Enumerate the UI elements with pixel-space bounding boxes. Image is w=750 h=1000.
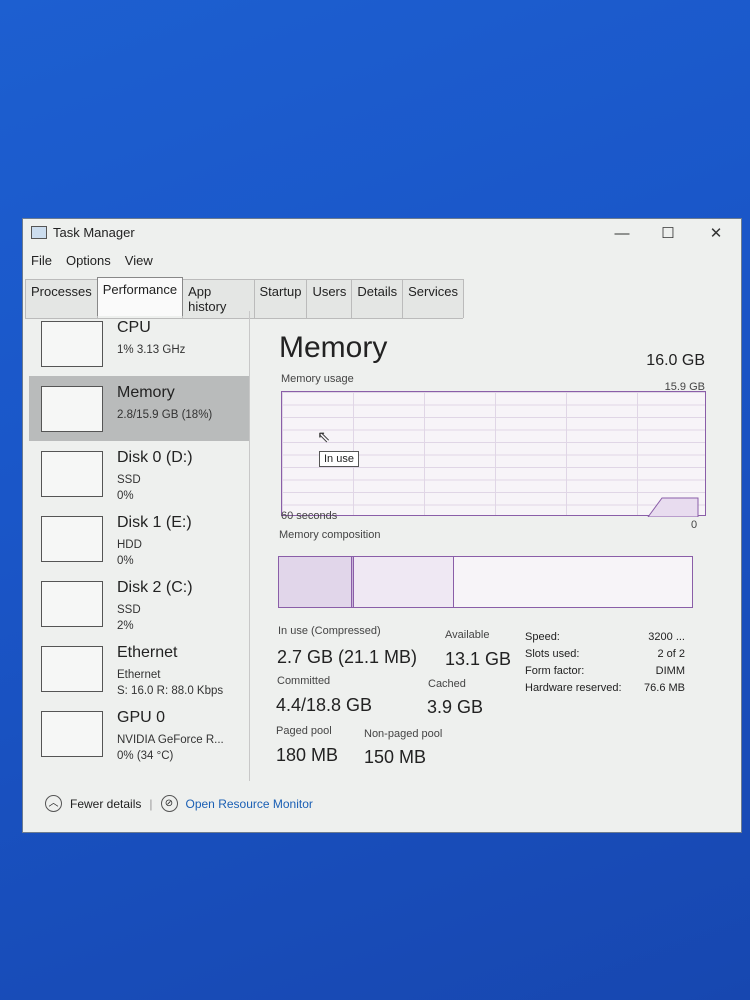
sidebar-item-name: Disk 2 (C:) (117, 579, 193, 596)
sidebar: CPU 1% 3.13 GHz Memory 2.8/15.9 GB (18%)… (29, 311, 249, 766)
sidebar-item-name: Disk 0 (D:) (117, 449, 193, 466)
menu-bar: File Options View (31, 253, 153, 268)
sidebar-item-name: Ethernet (117, 644, 178, 661)
mini-graph (41, 451, 103, 497)
sidebar-item-detail-2: 0% (117, 555, 134, 567)
tab-services[interactable]: Services (402, 279, 464, 318)
spec-label: Hardware reserved: (525, 682, 622, 694)
in-use-label: In use (Compressed) (278, 625, 381, 637)
title-bar: Task Manager (31, 225, 135, 240)
usage-label: Memory usage (281, 373, 354, 385)
menu-options[interactable]: Options (66, 253, 111, 268)
tab-startup[interactable]: Startup (253, 279, 308, 318)
sidebar-item-name: GPU 0 (117, 709, 166, 726)
close-button[interactable]: ✕ (693, 219, 739, 249)
task-manager-icon (31, 226, 47, 239)
sidebar-item-ethernet[interactable]: Ethernet Ethernet S: 16.0 R: 88.0 Kbps (29, 636, 249, 701)
segment-standby[interactable] (354, 557, 454, 607)
menu-view[interactable]: View (125, 253, 153, 268)
task-manager-window: Task Manager — ☐ ✕ File Options View Pro… (22, 218, 742, 833)
fewer-details-button[interactable]: Fewer details (70, 797, 141, 811)
sidebar-item-detail-2: 0% (34 °C) (117, 750, 174, 762)
sidebar-item-detail: SSD (117, 474, 141, 486)
time-label: 60 seconds (281, 510, 338, 522)
segment-free[interactable] (454, 557, 692, 607)
sidebar-item-memory[interactable]: Memory 2.8/15.9 GB (18%) (29, 376, 249, 441)
spec-label: Speed: (525, 631, 560, 643)
memory-composition-bar (278, 556, 693, 608)
committed-value: 4.4/18.8 GB (276, 695, 373, 715)
sidebar-item-name: Disk 1 (E:) (117, 514, 192, 531)
mini-graph (41, 646, 103, 692)
mini-graph (41, 386, 103, 432)
zero-label: 0 (691, 519, 698, 531)
sidebar-item-disk-0-d[interactable]: Disk 0 (D:) SSD 0% (29, 441, 249, 506)
tab-details[interactable]: Details (351, 279, 404, 318)
footer: ︿ Fewer details | ⊘ Open Resource Monito… (45, 795, 313, 812)
available-value: 13.1 GB (445, 649, 512, 669)
sidebar-divider[interactable] (249, 311, 250, 781)
mini-graph (41, 711, 103, 757)
available-label: Available (445, 629, 490, 641)
sidebar-item-gpu-0[interactable]: GPU 0 NVIDIA GeForce R... 0% (34 °C) (29, 701, 249, 766)
spec-row: Form factor: DIMM (525, 665, 685, 682)
sidebar-item-disk-2-c[interactable]: Disk 2 (C:) SSD 2% (29, 571, 249, 636)
spec-row: Hardware reserved: 76.6 MB (525, 682, 685, 699)
spec-label: Slots used: (525, 648, 580, 660)
cached-label: Cached (428, 678, 466, 690)
window-title: Task Manager (53, 225, 135, 240)
spec-value: DIMM (655, 665, 685, 677)
resource-monitor-icon[interactable]: ⊘ (160, 795, 178, 812)
open-resource-monitor-link[interactable]: Open Resource Monitor (186, 797, 313, 811)
mouse-cursor-icon: ⇖ (317, 429, 331, 446)
sidebar-item-name: Memory (117, 384, 175, 401)
sidebar-item-detail-2: 2% (117, 620, 134, 632)
mini-graph (41, 581, 103, 627)
paged-pool-value: 180 MB (276, 745, 339, 765)
minimize-button[interactable]: — (599, 219, 645, 249)
sidebar-item-detail: HDD (117, 539, 142, 551)
in-use-value: 2.7 GB (21.1 MB) (277, 647, 418, 667)
separator: | (149, 796, 153, 811)
tab-users[interactable]: Users (306, 279, 353, 318)
cached-value: 3.9 GB (427, 697, 484, 717)
chevron-up-icon[interactable]: ︿ (45, 795, 62, 812)
sidebar-item-detail: 1% 3.13 GHz (117, 344, 186, 356)
spec-label: Form factor: (525, 665, 585, 677)
spec-value: 2 of 2 (657, 648, 685, 660)
spec-value: 76.6 MB (644, 682, 685, 694)
menu-file[interactable]: File (31, 253, 52, 268)
sidebar-item-disk-1-e[interactable]: Disk 1 (E:) HDD 0% (29, 506, 249, 571)
mini-graph (41, 321, 103, 367)
sidebar-item-detail: SSD (117, 604, 141, 616)
sidebar-item-detail: Ethernet (117, 669, 161, 681)
sidebar-item-cpu[interactable]: CPU 1% 3.13 GHz (29, 311, 249, 376)
total-memory: 16.0 GB (646, 352, 705, 369)
page-title: Memory (279, 331, 388, 364)
paged-pool-label: Paged pool (276, 725, 332, 737)
spec-row: Slots used: 2 of 2 (525, 648, 685, 665)
spec-row: Speed: 3200 ... (525, 631, 685, 648)
sidebar-item-name: CPU (117, 319, 151, 336)
non-paged-pool-value: 150 MB (364, 747, 427, 767)
memory-specs: Speed: 3200 ... Slots used: 2 of 2 Form fact… (525, 631, 685, 699)
spec-value: 3200 ... (648, 631, 685, 643)
tooltip: In use (319, 451, 359, 467)
mini-graph (41, 516, 103, 562)
maximize-button[interactable]: ☐ (645, 219, 691, 249)
composition-label: Memory composition (279, 529, 381, 541)
sidebar-item-detail-2: S: 16.0 R: 88.0 Kbps (117, 685, 224, 697)
sidebar-item-detail: 2.8/15.9 GB (18%) (117, 409, 213, 421)
sidebar-item-detail-2: 0% (117, 490, 134, 502)
committed-label: Committed (277, 675, 331, 687)
sidebar-item-detail: NVIDIA GeForce R... (117, 734, 224, 746)
non-paged-pool-label: Non-paged pool (364, 728, 443, 740)
segment-in-use[interactable] (279, 557, 352, 607)
